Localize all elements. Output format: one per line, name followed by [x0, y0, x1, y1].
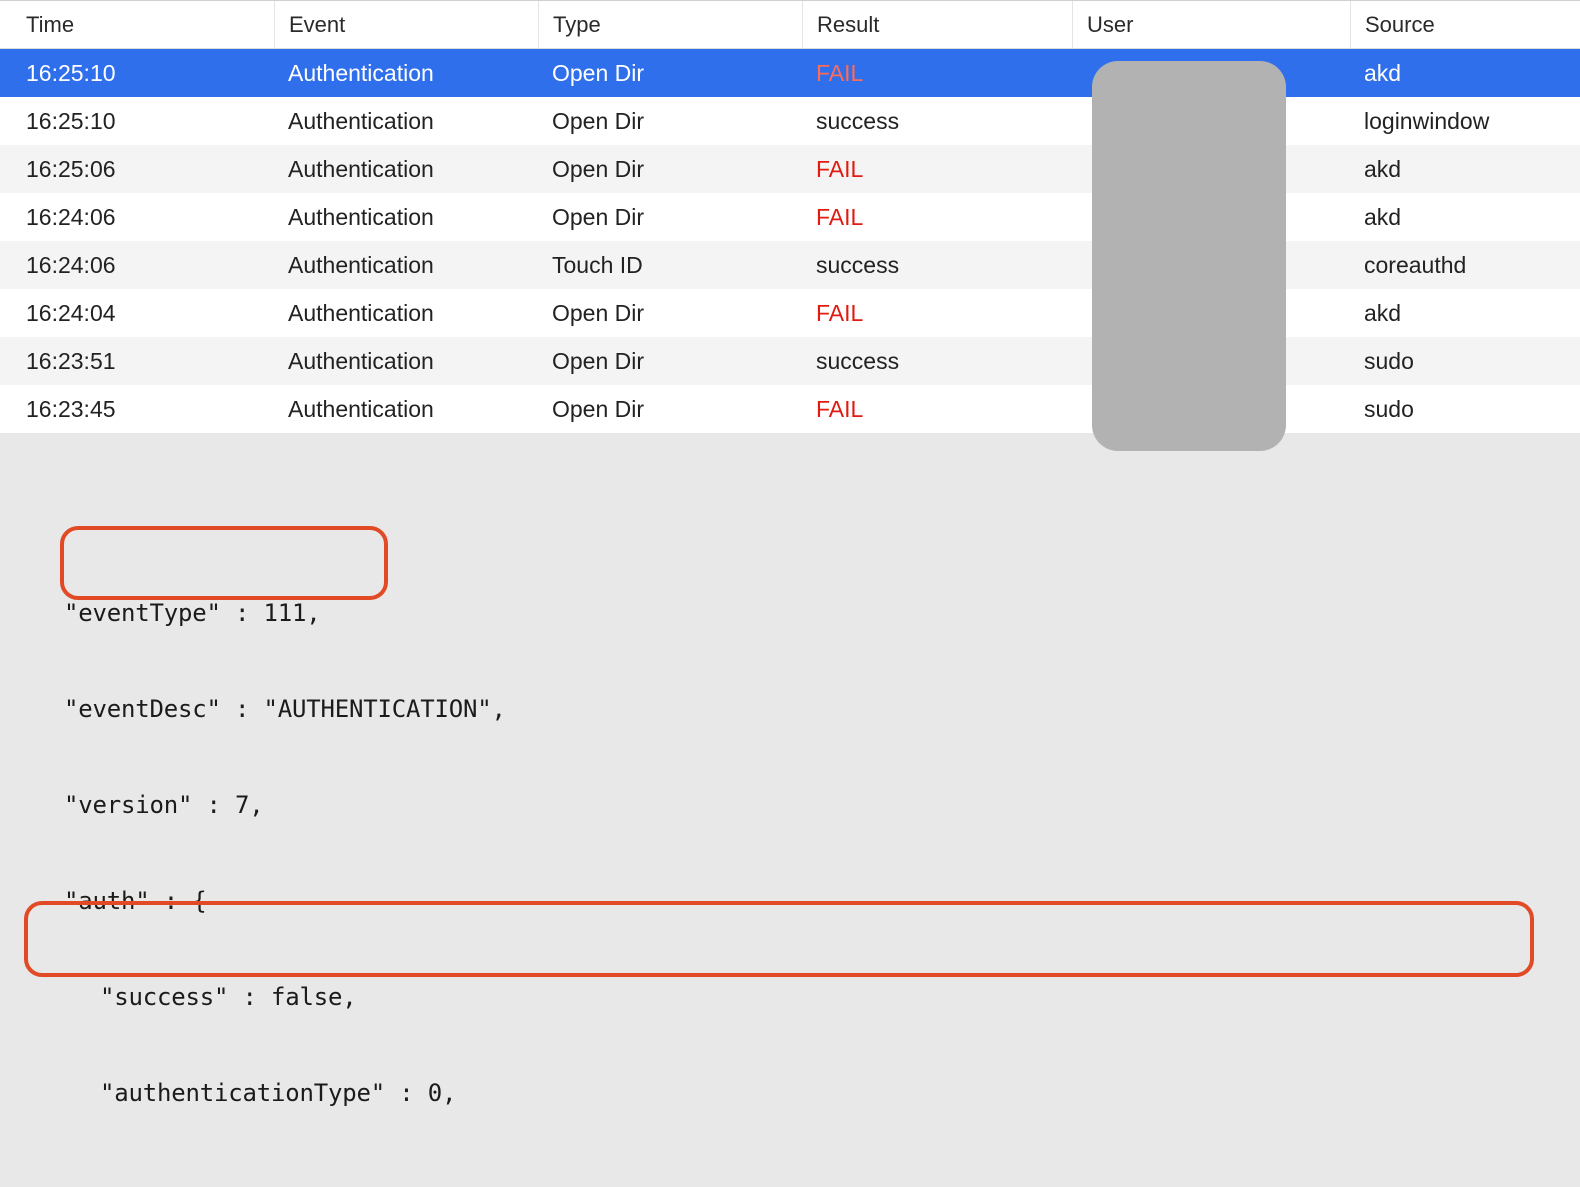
detail-json-pane[interactable]: "eventType" : 111, "eventDesc" : "AUTHEN…: [0, 433, 1580, 1153]
table-row[interactable]: 16:24:06AuthenticationOpen DirFAIL akd: [0, 193, 1580, 241]
json-line: "auth" : {: [28, 885, 1580, 917]
table-cell: sudo: [1350, 396, 1580, 423]
table-cell: 16:25:10: [0, 60, 274, 87]
table-cell: Authentication: [274, 204, 538, 231]
table-cell: Open Dir: [538, 60, 802, 87]
redaction-user-column: [1092, 61, 1286, 451]
table-cell: FAIL: [802, 156, 1072, 183]
table-cell: 16:23:45: [0, 396, 274, 423]
table-cell: Authentication: [274, 156, 538, 183]
table-cell: Open Dir: [538, 300, 802, 327]
col-header-type[interactable]: Type: [538, 1, 802, 48]
table-cell: 16:23:51: [0, 348, 274, 375]
table-cell: Authentication: [274, 252, 538, 279]
table-cell: Open Dir: [538, 108, 802, 135]
log-table: Time Event Type Result User Source 16:25…: [0, 0, 1580, 433]
table-cell: coreauthd: [1350, 252, 1580, 279]
table-cell: 16:25:10: [0, 108, 274, 135]
table-cell: Open Dir: [538, 204, 802, 231]
col-header-time[interactable]: Time: [0, 1, 274, 48]
table-cell: Authentication: [274, 300, 538, 327]
table-row[interactable]: 16:23:45AuthenticationOpen DirFAIL sudo: [0, 385, 1580, 433]
json-line: "version" : 7,: [28, 789, 1580, 821]
table-cell: loginwindow: [1350, 108, 1580, 135]
json-line: "eventType" : 111,: [28, 597, 1580, 629]
table-cell: Authentication: [274, 60, 538, 87]
table-cell: FAIL: [802, 60, 1072, 87]
table-cell: akd: [1350, 60, 1580, 87]
table-cell: 16:24:06: [0, 252, 274, 279]
json-line: "authenticationType" : 0,: [28, 1077, 1580, 1109]
table-cell: akd: [1350, 300, 1580, 327]
col-header-source[interactable]: Source: [1350, 1, 1580, 48]
table-cell: success: [802, 252, 1072, 279]
table-row[interactable]: 16:25:10AuthenticationOpen DirFAIL akd: [0, 49, 1580, 97]
table-header-row: Time Event Type Result User Source: [0, 1, 1580, 49]
col-header-event[interactable]: Event: [274, 1, 538, 48]
json-line: "success" : false,: [28, 981, 1580, 1013]
table-cell: Touch ID: [538, 252, 802, 279]
highlight-auth-success: [60, 526, 388, 600]
table-body: 16:25:10AuthenticationOpen DirFAILakd16:…: [0, 49, 1580, 433]
json-line: "eventDesc" : "AUTHENTICATION",: [28, 693, 1580, 725]
table-cell: Open Dir: [538, 156, 802, 183]
table-cell: FAIL: [802, 396, 1072, 423]
table-cell: Open Dir: [538, 348, 802, 375]
table-cell: Authentication: [274, 108, 538, 135]
table-cell: 16:25:06: [0, 156, 274, 183]
table-cell: Authentication: [274, 348, 538, 375]
table-cell: Open Dir: [538, 396, 802, 423]
table-cell: Authentication: [274, 396, 538, 423]
table-row[interactable]: 16:23:51AuthenticationOpen Dirsuccess sud…: [0, 337, 1580, 385]
table-row[interactable]: 16:25:06AuthenticationOpen DirFAIL akd: [0, 145, 1580, 193]
table-cell: 16:24:04: [0, 300, 274, 327]
col-header-user[interactable]: User: [1072, 1, 1350, 48]
table-cell: success: [802, 348, 1072, 375]
table-cell: 16:24:06: [0, 204, 274, 231]
table-cell: akd: [1350, 204, 1580, 231]
table-cell: success: [802, 108, 1072, 135]
table-row[interactable]: 16:25:10AuthenticationOpen Dirsuccess log…: [0, 97, 1580, 145]
col-header-result[interactable]: Result: [802, 1, 1072, 48]
table-cell: akd: [1350, 156, 1580, 183]
table-row[interactable]: 16:24:04AuthenticationOpen DirFAIL akd: [0, 289, 1580, 337]
table-row[interactable]: 16:24:06AuthenticationTouch IDsuccess cor…: [0, 241, 1580, 289]
table-cell: sudo: [1350, 348, 1580, 375]
table-cell: FAIL: [802, 300, 1072, 327]
table-cell: FAIL: [802, 204, 1072, 231]
